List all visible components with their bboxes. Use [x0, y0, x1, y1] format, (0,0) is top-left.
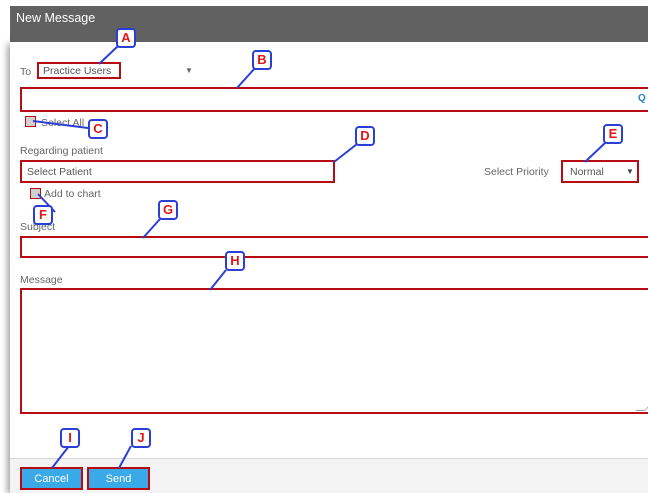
to-dropdown-arrow-icon[interactable]: ▼ [185, 66, 193, 75]
select-all-checkbox[interactable] [25, 116, 36, 127]
callout-d: D [355, 126, 375, 146]
search-icon[interactable]: Q [638, 93, 646, 104]
callout-e: E [603, 124, 623, 144]
callout-i: I [60, 428, 80, 448]
callout-b: B [252, 50, 272, 70]
add-to-chart-checkbox[interactable] [30, 188, 41, 199]
subject-input[interactable] [20, 236, 648, 258]
dialog-titlebar [10, 6, 648, 42]
to-select[interactable]: Practice Users [37, 62, 121, 79]
message-textarea[interactable] [20, 288, 648, 414]
add-to-chart-label: Add to chart [44, 188, 101, 200]
callout-a: A [116, 28, 136, 48]
priority-dropdown-arrow-icon: ▼ [626, 167, 634, 176]
message-label: Message [20, 274, 63, 286]
to-label: To [20, 66, 31, 78]
priority-select-value: Normal [570, 166, 604, 178]
select-all-label: Select All [41, 117, 84, 129]
callout-j: J [131, 428, 151, 448]
select-patient-field[interactable]: Select Patient [20, 160, 335, 183]
select-priority-label: Select Priority [484, 166, 549, 178]
callout-h: H [225, 251, 245, 271]
callout-c: C [88, 119, 108, 139]
send-button[interactable]: Send [87, 467, 150, 490]
cancel-button[interactable]: Cancel [20, 467, 83, 490]
callout-f: F [33, 205, 53, 225]
regarding-patient-label: Regarding patient [20, 145, 103, 157]
recipient-search-input[interactable] [20, 87, 648, 112]
priority-select[interactable]: Normal ▼ [561, 160, 639, 183]
select-patient-placeholder: Select Patient [27, 166, 92, 178]
to-select-value: Practice Users [43, 65, 111, 77]
dialog-title: New Message [16, 11, 95, 25]
callout-g: G [158, 200, 178, 220]
